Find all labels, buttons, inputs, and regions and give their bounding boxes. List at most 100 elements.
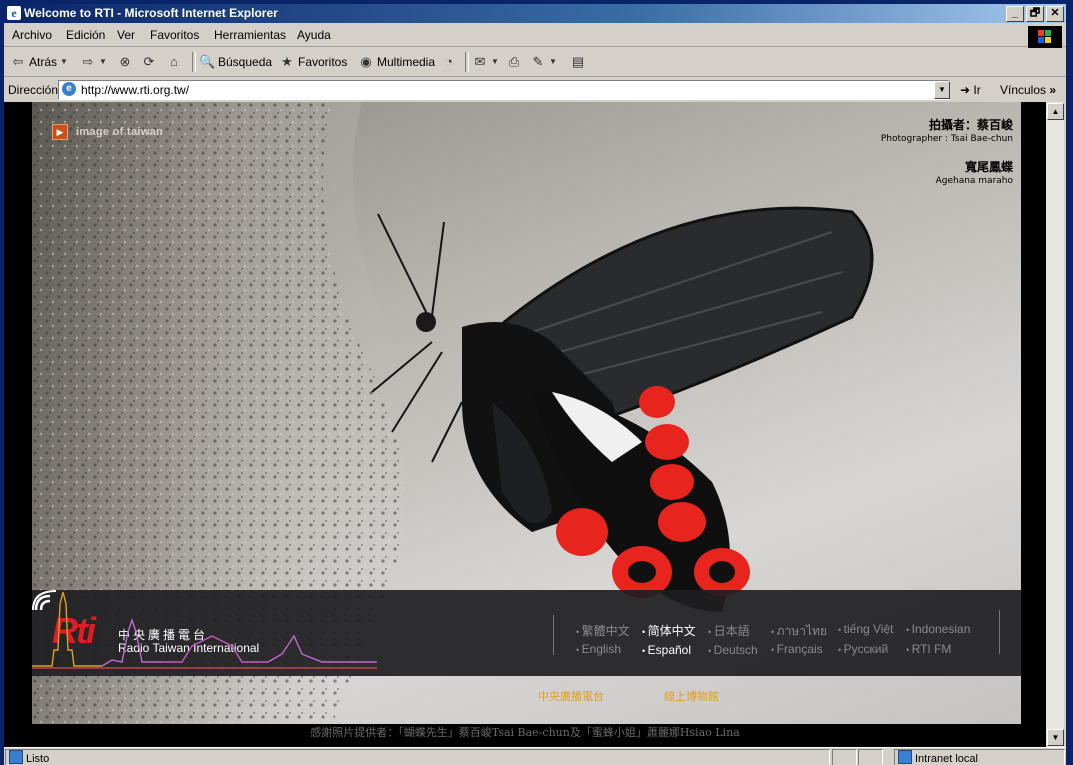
sub-link-rti-label: 中央廣播電台	[538, 690, 604, 703]
refresh-icon: ⟳	[143, 54, 155, 69]
intranet-zone-icon	[898, 750, 912, 764]
mail-icon: ✉	[474, 54, 486, 69]
vertical-scrollbar[interactable]: ▲ ▼	[1046, 102, 1064, 747]
language-divider-right	[999, 610, 1000, 654]
status-text-cell: Listo	[5, 749, 830, 765]
address-input[interactable]	[81, 83, 881, 97]
history-button[interactable]: ◔	[441, 54, 457, 70]
go-button[interactable]: ➜ Ir	[960, 83, 981, 97]
search-label: Búsqueda	[218, 55, 273, 69]
brand-text: image of taiwan	[76, 126, 164, 138]
maximize-button[interactable]: 🗗	[1026, 6, 1044, 22]
refresh-button[interactable]: ⟳	[141, 54, 157, 70]
favorites-folder-icon: ★	[281, 54, 293, 69]
species-credit: 寬尾鳳蝶 Agehana maraho	[936, 158, 1013, 186]
butterfly-photo: ▶ image of taiwan 拍攝者：蔡百峻 Photographer :…	[32, 102, 1021, 724]
lang-rti-fm[interactable]: RTI FM	[906, 642, 952, 656]
document-icon: ▤	[571, 54, 585, 69]
play-icon: ▶	[52, 124, 68, 140]
lang-english[interactable]: English	[576, 642, 621, 656]
multimedia-icon: ◉	[360, 54, 372, 69]
mail-button[interactable]: ✉ ▼	[472, 54, 499, 70]
edit-icon: ✎	[532, 54, 544, 69]
photographer-zh: 拍攝者：蔡百峻	[928, 118, 1013, 132]
menu-bar: Archivo Edición Ver Favoritos Herramient…	[4, 24, 1066, 47]
menu-edicion[interactable]: Edición	[66, 28, 105, 42]
forward-arrow-icon: ⇨	[82, 54, 94, 69]
multimedia-button[interactable]: ◉ Multimedia	[358, 54, 435, 70]
status-cell-empty-2	[858, 749, 883, 765]
status-bar: Listo Intranet local	[4, 747, 1066, 765]
scroll-up-button[interactable]: ▲	[1047, 103, 1064, 120]
ie-window: e Welcome to RTI - Microsoft Internet Ex…	[4, 4, 1066, 765]
edit-button[interactable]: ✎ ▼	[530, 54, 557, 70]
stop-button[interactable]: ⊗	[117, 54, 133, 70]
favorites-label: Favoritos	[298, 55, 348, 69]
security-zone-cell: Intranet local	[894, 749, 1065, 765]
go-arrow-icon: ➜	[960, 83, 971, 97]
menu-favoritos[interactable]: Favoritos	[150, 28, 199, 42]
home-button[interactable]: ⌂	[166, 54, 182, 70]
lang-simplified-chinese[interactable]: 简体中文	[642, 622, 696, 639]
scroll-down-button[interactable]: ▼	[1047, 729, 1064, 746]
lang-german[interactable]: Deutsch	[708, 643, 758, 657]
links-label: Vínculos	[1000, 83, 1047, 97]
taiwan-skyline-icon	[32, 591, 377, 669]
sub-link-rti[interactable]: 中央廣播電台	[538, 688, 604, 706]
links-button[interactable]: Vínculos »	[1000, 83, 1056, 97]
print-button[interactable]: ⎙	[506, 54, 522, 70]
menu-ayuda[interactable]: Ayuda	[297, 28, 331, 42]
sub-link-museum-label: 線上博物館	[664, 690, 719, 703]
windows-flag-icon	[1038, 30, 1051, 43]
species-en: Agehana maraho	[935, 176, 1013, 186]
photographer-credit: 拍攝者：蔡百峻 Photographer : Tsai Bae-chun	[881, 116, 1013, 144]
lang-thai[interactable]: ภาษาไทย	[771, 622, 827, 641]
discuss-button[interactable]: ▤	[570, 54, 586, 70]
windows-logo	[1028, 26, 1062, 48]
forward-button[interactable]: ⇨ ▼	[80, 54, 107, 70]
status-text: Listo	[26, 753, 50, 765]
edit-dropdown-icon[interactable]: ▼	[549, 54, 557, 70]
lang-french[interactable]: Français	[771, 642, 823, 656]
sub-link-museum[interactable]: 線上博物館	[664, 688, 719, 706]
address-bar: Dirección e ▼ ➜ Ir Vínculos »	[4, 77, 1066, 102]
mail-dropdown-icon[interactable]: ▼	[491, 54, 499, 70]
address-dropdown-button[interactable]: ▼	[934, 81, 950, 99]
back-button[interactable]: ⇦ Atrás ▼	[10, 54, 68, 70]
title-bar[interactable]: e Welcome to RTI - Microsoft Internet Ex…	[4, 4, 1066, 23]
home-icon: ⌂	[170, 54, 178, 69]
lang-russian[interactable]: Русский	[838, 642, 889, 656]
menu-ver[interactable]: Ver	[117, 28, 135, 42]
search-icon: 🔍	[199, 54, 216, 69]
security-zone-text: Intranet local	[915, 753, 978, 765]
photo-thanks-text: 感謝照片提供者：「蝴蝶先生」蔡百峻Tsai Bae-chun及「蜜蜂小姐」蕭麗娜…	[310, 726, 740, 739]
forward-dropdown-icon[interactable]: ▼	[99, 54, 107, 70]
back-label: Atrás	[29, 55, 58, 69]
species-zh: 寬尾鳳蝶	[964, 160, 1013, 174]
image-of-taiwan-brand[interactable]: ▶ image of taiwan	[52, 124, 163, 140]
lang-traditional-chinese[interactable]: 繁體中文	[576, 622, 630, 639]
page-done-icon	[9, 750, 23, 764]
ie-icon[interactable]: e	[7, 6, 21, 20]
page-viewport: ▶ image of taiwan 拍攝者：蔡百峻 Photographer :…	[4, 102, 1046, 747]
search-button[interactable]: 🔍 Búsqueda	[199, 54, 272, 70]
lang-indonesian[interactable]: Indonesian	[906, 622, 971, 636]
lang-japanese[interactable]: 日本語	[708, 622, 750, 639]
lang-vietnamese[interactable]: tiếng Việt	[838, 622, 894, 636]
close-button[interactable]: ✕	[1046, 6, 1064, 22]
minimize-button[interactable]: _	[1006, 6, 1024, 22]
back-dropdown-icon[interactable]: ▼	[60, 54, 68, 70]
address-field[interactable]: e	[58, 80, 950, 100]
menu-herramientas[interactable]: Herramientas	[214, 28, 286, 42]
favorites-button[interactable]: ★ Favoritos	[279, 54, 347, 70]
print-icon: ⎙	[508, 54, 520, 69]
address-label: Dirección	[8, 83, 59, 97]
window-title: Welcome to RTI - Microsoft Internet Expl…	[24, 6, 278, 20]
multimedia-label: Multimedia	[377, 55, 436, 69]
language-divider	[553, 615, 554, 655]
menu-archivo[interactable]: Archivo	[12, 28, 52, 42]
rti-footer-bar: Rti 中央廣播電台 Radio Taiwan International 繁體…	[32, 590, 1021, 676]
lang-spanish[interactable]: Español	[642, 643, 691, 657]
standard-toolbar: ⇦ Atrás ▼ ⇨ ▼ ⊗ ⟳ ⌂ 🔍 Búsqueda ★ Favorit…	[4, 48, 1066, 77]
status-cell-empty-1	[832, 749, 857, 765]
